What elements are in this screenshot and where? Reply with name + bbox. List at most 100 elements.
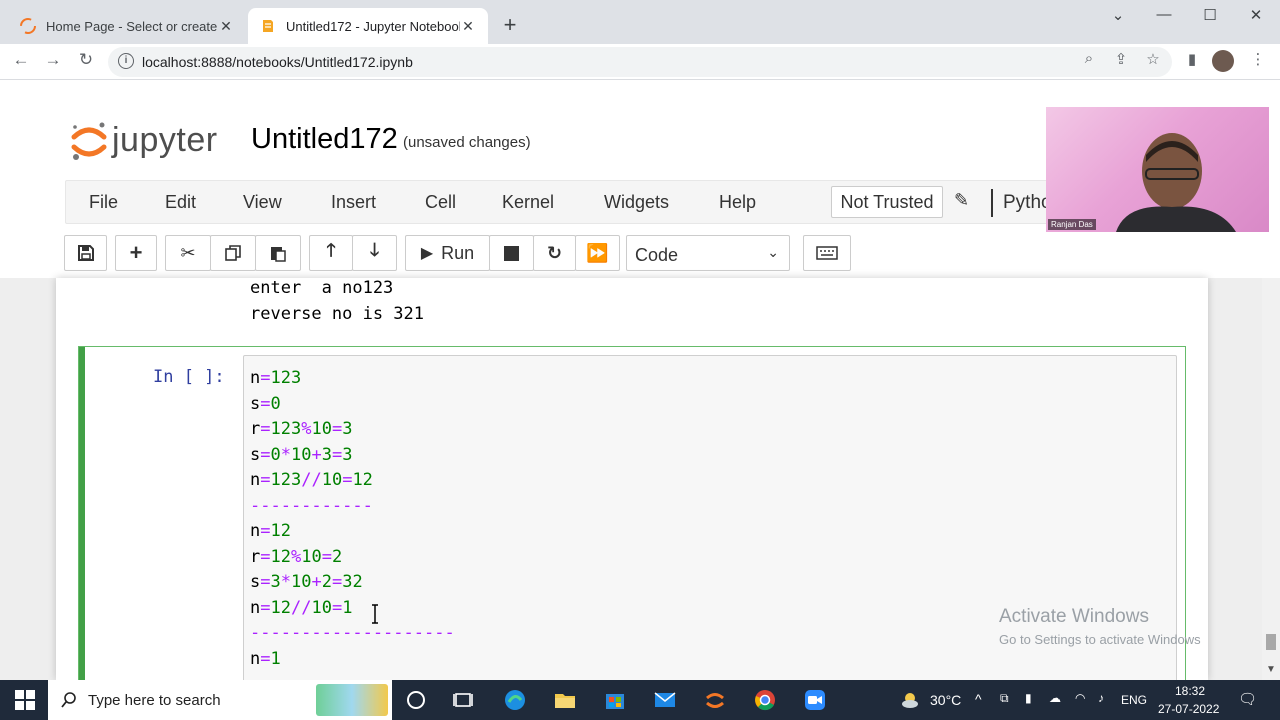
search-highlight-image bbox=[316, 684, 388, 716]
clock-date[interactable]: 27-07-2022 bbox=[1158, 702, 1219, 716]
code-line[interactable]: s=0 bbox=[250, 394, 281, 414]
wifi-icon[interactable]: ◠ bbox=[1075, 691, 1085, 705]
code-line[interactable]: n=12 bbox=[250, 521, 291, 541]
notebook-name[interactable]: Untitled172 bbox=[251, 123, 398, 156]
jupyter-taskbar-icon[interactable] bbox=[703, 688, 727, 712]
trust-button[interactable]: Not Trusted bbox=[831, 186, 943, 218]
code-token: 3 bbox=[270, 572, 281, 592]
menu-kebab-icon[interactable]: ⋮ bbox=[1248, 50, 1268, 68]
weather-temperature[interactable]: 30°C bbox=[930, 692, 961, 708]
address-bar[interactable]: i localhost:8888/notebooks/Untitled172.i… bbox=[108, 47, 1172, 77]
paste-button[interactable] bbox=[255, 235, 301, 271]
code-line[interactable]: r=123%10=3 bbox=[250, 419, 352, 439]
maximize-icon[interactable]: ☐ bbox=[1200, 6, 1220, 24]
chrome-icon[interactable] bbox=[753, 688, 777, 712]
tab-home-page[interactable]: Home Page - Select or create a n ✕ bbox=[8, 8, 246, 44]
search-icon bbox=[61, 692, 76, 708]
output-line: enter a no123 bbox=[250, 278, 394, 298]
close-tab-icon[interactable]: ✕ bbox=[218, 18, 234, 35]
code-line[interactable]: n=12//10=1 bbox=[250, 598, 352, 618]
forward-arrow-icon[interactable]: → bbox=[42, 50, 64, 70]
onedrive-icon[interactable]: ☁ bbox=[1049, 691, 1061, 705]
jupyter-wordmark[interactable]: jupyter bbox=[112, 121, 218, 160]
code-line[interactable]: ------------ bbox=[250, 496, 373, 516]
code-token: = bbox=[260, 470, 271, 490]
bookmark-star-icon[interactable]: ☆ bbox=[1143, 50, 1163, 68]
restart-button[interactable]: ↻ bbox=[533, 235, 576, 271]
notifications-icon[interactable]: 🗨 bbox=[1238, 690, 1257, 708]
menu-file[interactable]: File bbox=[89, 192, 118, 213]
reload-icon[interactable]: ↻ bbox=[75, 50, 97, 70]
menu-cell[interactable]: Cell bbox=[425, 192, 456, 213]
command-palette-button[interactable] bbox=[803, 235, 851, 271]
menu-kernel[interactable]: Kernel bbox=[502, 192, 554, 213]
restart-icon: ↻ bbox=[546, 242, 563, 263]
language-indicator[interactable]: ENG bbox=[1121, 693, 1147, 707]
file-explorer-icon[interactable] bbox=[553, 688, 577, 712]
site-info-icon[interactable]: i bbox=[118, 53, 134, 69]
tray-chevron-icon[interactable]: ^ bbox=[975, 691, 982, 707]
code-token: 12 bbox=[270, 597, 291, 618]
task-view-icon[interactable] bbox=[451, 688, 475, 712]
clock-time[interactable]: 18:32 bbox=[1175, 684, 1205, 698]
code-line[interactable]: r=12%10=2 bbox=[250, 547, 342, 567]
code-token: = bbox=[260, 521, 271, 541]
cut-button[interactable]: ✂ bbox=[165, 235, 211, 271]
battery-icon[interactable]: ▮ bbox=[1025, 691, 1032, 705]
move-up-button[interactable]: 🡑 bbox=[309, 235, 353, 271]
interrupt-button[interactable] bbox=[489, 235, 534, 271]
code-line[interactable]: n=123//10=12 bbox=[250, 470, 373, 490]
activate-windows-title: Activate Windows bbox=[999, 606, 1149, 627]
scrollbar-thumb[interactable] bbox=[1266, 634, 1276, 650]
profile-avatar[interactable] bbox=[1212, 50, 1234, 72]
new-tab-button[interactable]: + bbox=[498, 12, 522, 38]
move-down-button[interactable]: 🡓 bbox=[352, 235, 397, 271]
menu-edit[interactable]: Edit bbox=[165, 192, 196, 213]
code-line[interactable]: s=0*10+3=3 bbox=[250, 445, 352, 465]
back-arrow-icon[interactable]: ← bbox=[10, 50, 32, 70]
menu-widgets[interactable]: Widgets bbox=[604, 192, 669, 213]
url-text[interactable]: localhost:8888/notebooks/Untitled172.ipy… bbox=[142, 54, 413, 70]
code-line[interactable]: n=1 bbox=[250, 649, 281, 669]
code-line[interactable]: n=123 bbox=[250, 368, 301, 388]
taskbar-search-box[interactable]: Type here to search bbox=[48, 680, 392, 720]
copy-button[interactable] bbox=[210, 235, 256, 271]
mail-icon[interactable] bbox=[653, 688, 677, 712]
cell-type-select[interactable]: Code ⌄ bbox=[626, 235, 790, 271]
code-token: n bbox=[250, 597, 261, 618]
code-token: = bbox=[260, 597, 271, 618]
meet-now-icon[interactable]: ⧉ bbox=[1000, 691, 1009, 706]
restart-run-all-button[interactable]: ⏩ bbox=[575, 235, 620, 271]
share-icon[interactable]: ⇪ bbox=[1111, 50, 1131, 68]
edge-icon[interactable] bbox=[503, 688, 527, 712]
code-token: 1 bbox=[342, 597, 353, 618]
menu-view[interactable]: View bbox=[243, 192, 282, 213]
close-window-icon[interactable]: ✕ bbox=[1246, 6, 1266, 24]
menu-insert[interactable]: Insert bbox=[331, 192, 376, 213]
menu-help[interactable]: Help bbox=[719, 192, 756, 213]
insert-cell-button[interactable]: + bbox=[115, 235, 157, 271]
code-token: 3 bbox=[321, 444, 332, 465]
volume-icon[interactable]: ♪ bbox=[1098, 691, 1104, 705]
run-button[interactable]: ▶ Run bbox=[405, 235, 490, 271]
edit-pencil-icon[interactable]: ✎ bbox=[954, 190, 969, 211]
page-scrollbar[interactable]: ▼ bbox=[1262, 278, 1280, 680]
windows-start-icon[interactable] bbox=[13, 688, 37, 712]
cortana-icon[interactable] bbox=[404, 688, 428, 712]
tab-search-chevron-icon[interactable]: ⌄ bbox=[1108, 6, 1128, 24]
save-button[interactable] bbox=[64, 235, 107, 271]
zoom-app-icon[interactable] bbox=[803, 688, 827, 712]
close-tab-icon[interactable]: ✕ bbox=[460, 18, 476, 35]
tab-untitled172[interactable]: Untitled172 - Jupyter Notebook ✕ bbox=[248, 8, 488, 44]
code-line[interactable]: -------------------- bbox=[250, 623, 455, 643]
code-token: 0 bbox=[270, 444, 281, 465]
code-line[interactable]: s=3*10+2=32 bbox=[250, 572, 363, 592]
zoom-icon[interactable]: ⌕ bbox=[1079, 50, 1099, 67]
kernel-name[interactable]: Pytho bbox=[1003, 192, 1052, 214]
store-icon[interactable] bbox=[603, 688, 627, 712]
side-panel-icon[interactable]: ▮ bbox=[1182, 50, 1202, 68]
keyboard-icon bbox=[816, 246, 838, 260]
scroll-down-arrow-icon[interactable]: ▼ bbox=[1266, 664, 1276, 675]
minimize-icon[interactable]: — bbox=[1154, 6, 1174, 23]
jupyter-logo-icon[interactable] bbox=[70, 119, 108, 163]
